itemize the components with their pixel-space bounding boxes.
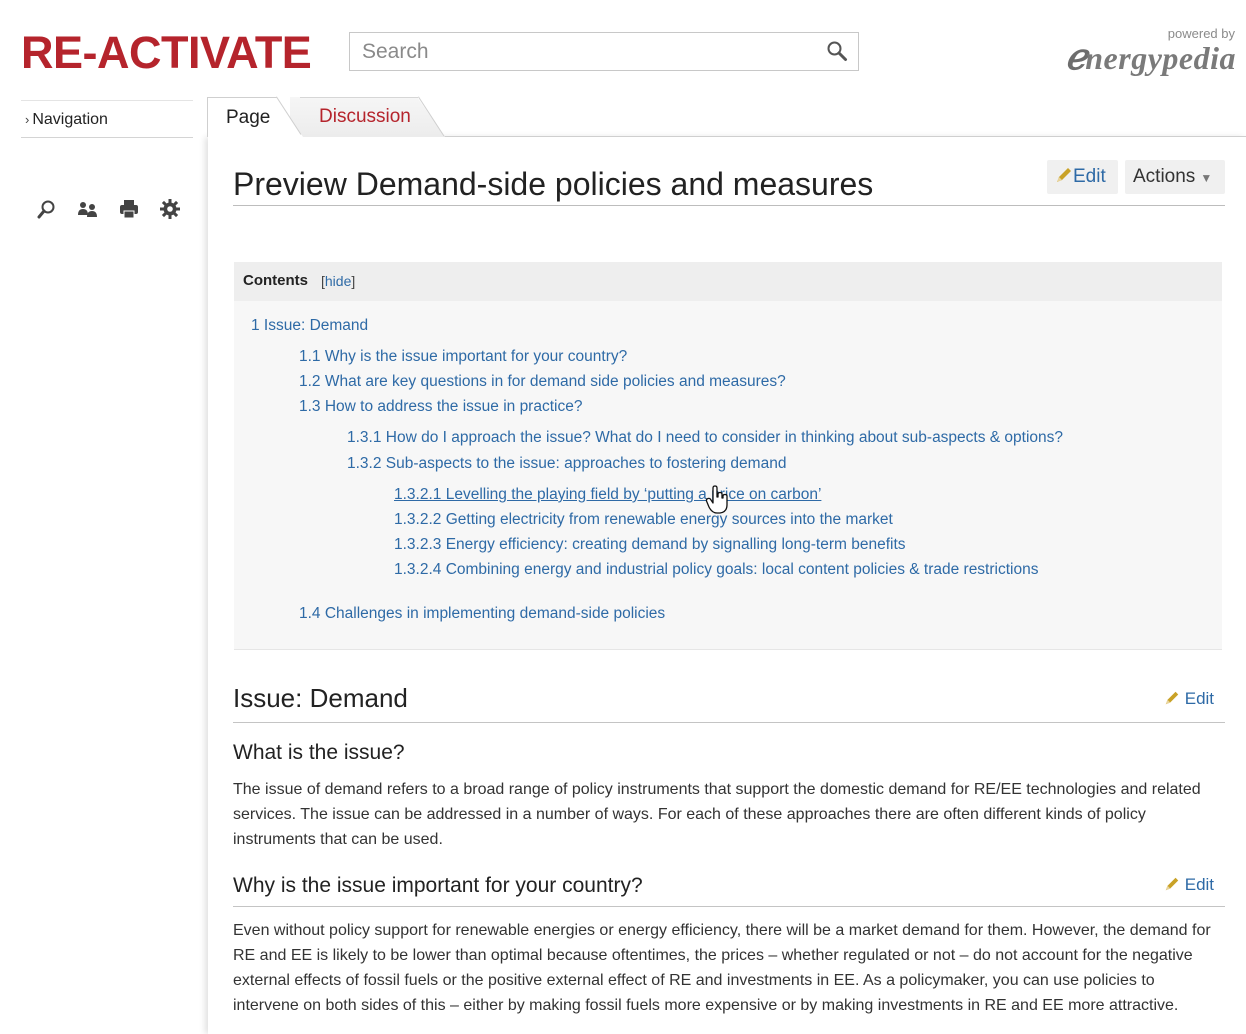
pencil-icon bbox=[1057, 168, 1071, 182]
chevron-right-icon: › bbox=[25, 112, 30, 127]
site-logo[interactable]: RE-ACTIVATE bbox=[21, 25, 312, 81]
hand-cursor-icon bbox=[705, 485, 731, 520]
toc-title: Contents bbox=[243, 272, 308, 289]
users-icon[interactable] bbox=[76, 197, 100, 221]
toc-header: Contents [hide] bbox=[234, 262, 1222, 301]
search-box bbox=[349, 32, 859, 71]
section-edit-button[interactable]: Edit bbox=[1164, 689, 1214, 709]
search-input[interactable] bbox=[362, 33, 802, 70]
subsection-edit-label: Edit bbox=[1184, 875, 1215, 894]
energypedia-logo[interactable]: ℯnergypedia bbox=[1038, 36, 1236, 78]
pencil-icon bbox=[1165, 691, 1179, 705]
toc-link-1-4[interactable]: 1.4 Challenges in implementing demand-si… bbox=[299, 605, 665, 623]
section-divider bbox=[233, 722, 1225, 723]
toc-link-1-1[interactable]: 1.1 Why is the issue important for your … bbox=[299, 348, 627, 366]
print-icon[interactable] bbox=[117, 197, 141, 221]
search-icon[interactable] bbox=[35, 197, 59, 221]
energypedia-e-mark: ℯ bbox=[1065, 37, 1088, 77]
search-icon[interactable] bbox=[826, 40, 848, 67]
toc-link-1-3[interactable]: 1.3 How to address the issue in practice… bbox=[299, 398, 582, 416]
subsection-heading-why: Why is the issue important for your coun… bbox=[233, 874, 643, 897]
toc-hide-link[interactable]: hide bbox=[325, 273, 351, 289]
edit-label: Edit bbox=[1073, 166, 1106, 187]
page-title: Preview Demand-side policies and measure… bbox=[233, 166, 874, 202]
pencil-icon bbox=[1165, 877, 1179, 891]
toc-link-1-3-2[interactable]: 1.3.2 Sub-aspects to the issue: approach… bbox=[347, 455, 786, 473]
section-heading-issue-demand: Issue: Demand bbox=[233, 683, 408, 713]
sidebar-tools bbox=[35, 197, 182, 221]
toc-link-1-3-1[interactable]: 1.3.1 How do I approach the issue? What … bbox=[347, 429, 1063, 447]
navigation-toggle[interactable]: › Navigation bbox=[21, 100, 193, 138]
toc-link-1[interactable]: 1 Issue: Demand bbox=[251, 317, 368, 335]
brand-name: nergypedia bbox=[1085, 40, 1236, 76]
gear-icon[interactable] bbox=[158, 197, 182, 221]
toc-hide-control: [hide] bbox=[321, 273, 356, 289]
actions-label: Actions bbox=[1133, 166, 1196, 187]
toc-link-1-3-2-3[interactable]: 1.3.2.3 Energy efficiency: creating dema… bbox=[394, 536, 906, 554]
navigation-label: Navigation bbox=[32, 111, 108, 128]
title-divider bbox=[233, 205, 1225, 206]
section-edit-label: Edit bbox=[1184, 689, 1215, 708]
edit-button[interactable]: Edit bbox=[1047, 160, 1118, 194]
tab-discussion-border bbox=[300, 97, 418, 98]
paragraph-what: The issue of demand refers to a broad ra… bbox=[233, 781, 1201, 848]
toc-link-1-3-2-4[interactable]: 1.3.2.4 Combining energy and industrial … bbox=[394, 561, 1038, 579]
subsection-heading-what: What is the issue? bbox=[233, 741, 405, 764]
subsection-divider bbox=[233, 906, 1225, 907]
caret-down-icon: ▼ bbox=[1200, 171, 1213, 185]
subsection-edit-button[interactable]: Edit bbox=[1164, 875, 1214, 895]
toc-link-1-3-2-2[interactable]: 1.3.2.2 Getting electricity from renewab… bbox=[394, 511, 893, 529]
paragraph-why: Even without policy support for renewabl… bbox=[233, 922, 1211, 1014]
actions-menu-button[interactable]: Actions ▼ bbox=[1125, 160, 1225, 194]
toc-link-1-2[interactable]: 1.2 What are key questions in for demand… bbox=[299, 373, 786, 391]
toc-link-1-3-2-1[interactable]: 1.3.2.1 Levelling the playing field by ‘… bbox=[394, 486, 821, 504]
